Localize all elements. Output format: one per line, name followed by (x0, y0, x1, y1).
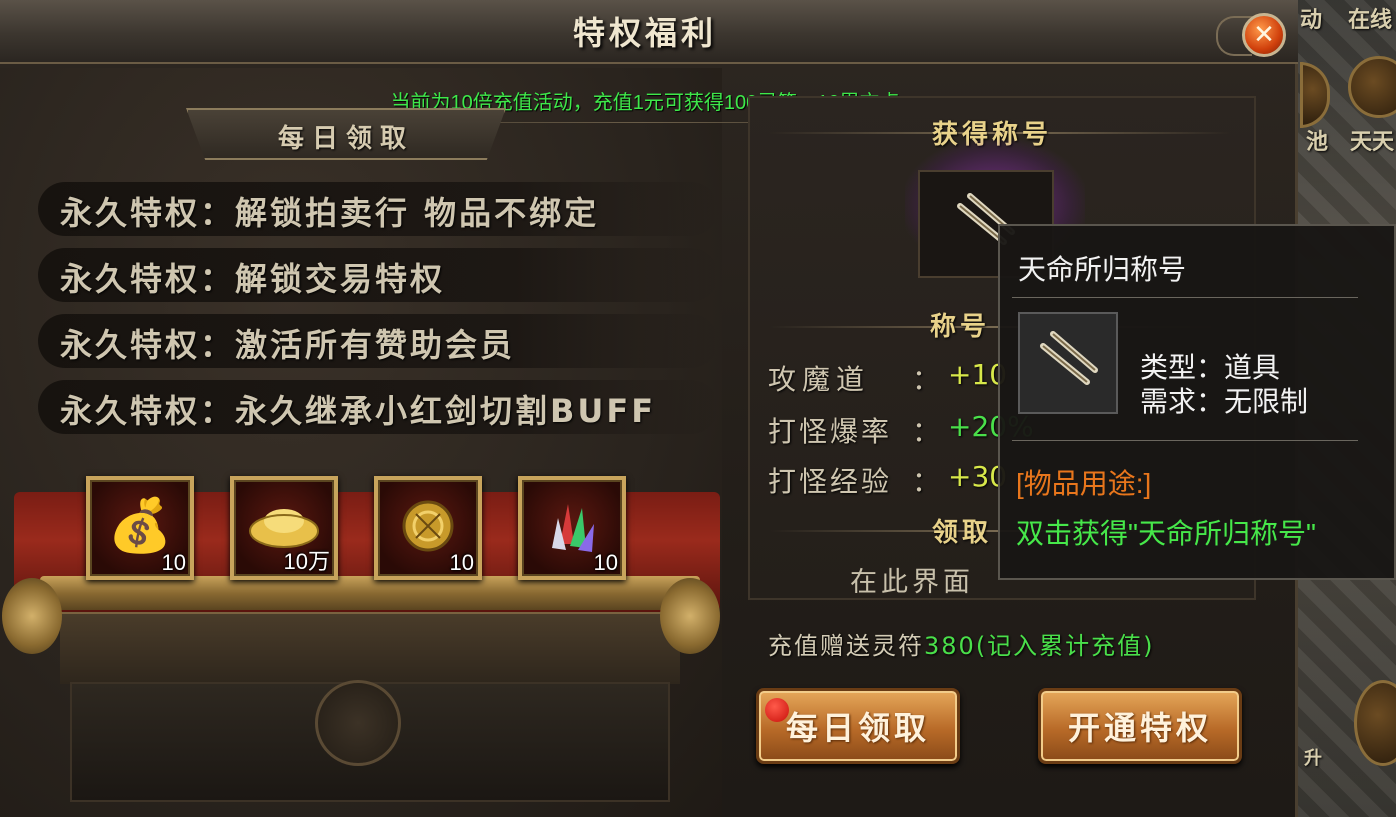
reward-slot[interactable]: 10万 (230, 476, 338, 580)
attribute-header: 称号 (930, 312, 991, 342)
claim-condition: 在此界面 (850, 567, 974, 598)
backdrop-label: 天天 (1350, 130, 1395, 155)
tooltip-item-slot (1018, 312, 1118, 414)
reward-count: 10 (593, 550, 618, 575)
stat-colon: ： (912, 465, 941, 498)
privilege-text: 永久特权：解锁交易特权 (60, 260, 446, 298)
notification-dot (765, 698, 789, 722)
scroll-end-left (2, 578, 62, 654)
bonus-amount: 380 (924, 632, 976, 660)
bonus-suffix: (记入累计充值) (975, 632, 1155, 660)
altar-medallion (315, 680, 401, 766)
stat-colon: ： (912, 363, 941, 396)
stat-colon: ： (912, 415, 941, 448)
reward-count: 10 (449, 550, 474, 575)
altar-top (40, 576, 700, 610)
recharge-bonus: 充值赠送灵符380(记入累计充值) (768, 626, 1155, 661)
activate-privilege-button[interactable]: 开通特权 (1038, 688, 1242, 764)
daily-claim-button[interactable]: 每日领取 (756, 688, 960, 764)
privilege-text: 永久特权：解锁拍卖行 物品不绑定 (60, 194, 600, 232)
privilege-text: 永久特权：激活所有赞助会员 (60, 326, 516, 364)
bonus-prefix: 充值赠送灵符 (768, 632, 924, 660)
backdrop-label: 升 (1304, 748, 1322, 769)
privilege-text: 永久特权：永久继承小红剑切割BUFF (60, 392, 657, 430)
claim-header: 领取 (932, 518, 993, 548)
reward-count: 10 (161, 550, 186, 575)
tooltip-usage-header: [物品用途:] (1016, 468, 1152, 499)
stat-label: 打怪爆率 (768, 415, 893, 448)
tooltip-requirement: 需求：无限制 (1140, 386, 1309, 417)
daily-banner-label: 每日领取 (277, 124, 414, 154)
tooltip-title: 天命所归称号 (1018, 254, 1187, 285)
scroll-end-right (660, 578, 720, 654)
tooltip-divider (1012, 297, 1358, 298)
stat-label: 打怪经验 (768, 465, 893, 498)
backdrop-label: 动 (1300, 8, 1323, 33)
reward-slot[interactable]: 💰 10 (86, 476, 194, 580)
tooltip-usage-text: 双击获得"天命所归称号" (1016, 518, 1316, 549)
reward-slot[interactable]: 10 (374, 476, 482, 580)
stat-label: 攻魔道 (768, 363, 871, 396)
reward-slot[interactable]: 10 (518, 476, 626, 580)
backdrop-label: 池 (1306, 130, 1329, 155)
reward-count: 10万 (283, 549, 330, 574)
close-icon[interactable]: ✕ (1242, 13, 1286, 57)
tooltip-divider (1012, 440, 1358, 441)
altar-body (60, 612, 680, 684)
backdrop-label: 在线 (1348, 8, 1393, 33)
title-scroll-icon (1033, 322, 1103, 405)
panel-title: 特权福利 (572, 14, 717, 52)
